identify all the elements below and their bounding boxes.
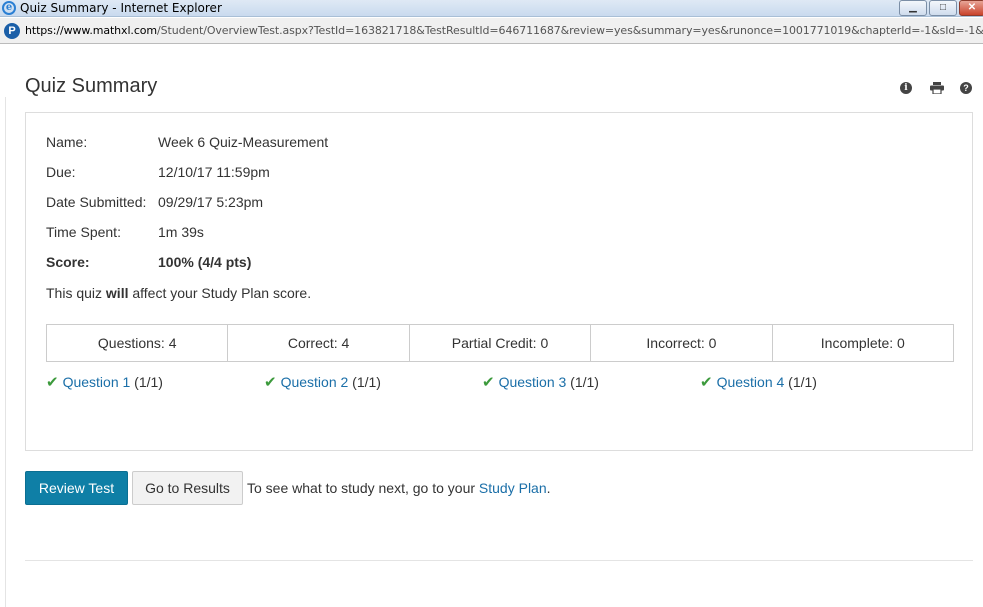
checkmark-icon: ✔ (700, 373, 713, 391)
question-3-link[interactable]: Question 3 (499, 374, 567, 390)
stats-bar: Questions: 4 Correct: 4 Partial Credit: … (46, 324, 954, 362)
score-label: Score: (46, 254, 90, 270)
study-plan-note: This quiz will affect your Study Plan sc… (46, 285, 311, 301)
stat-incorrect: Incorrect: 0 (590, 325, 771, 361)
name-label: Name: (46, 134, 88, 150)
question-4-link[interactable]: Question 4 (717, 374, 785, 390)
info-icon[interactable]: i (900, 82, 912, 94)
checkmark-icon: ✔ (264, 373, 277, 391)
page-title: Quiz Summary (25, 75, 158, 97)
go-to-results-button[interactable]: Go to Results (132, 471, 243, 505)
bottom-divider (25, 560, 973, 561)
study-next-suffix: . (546, 480, 551, 496)
score-value: 100% (4/4 pts) (158, 254, 252, 270)
stat-questions: Questions: 4 (97, 335, 177, 351)
stat-incomplete: Incomplete: 0 (771, 325, 953, 361)
question-item: ✔ Question 4 (1/1) (700, 373, 817, 391)
url-host: www.mathxl.com (63, 24, 158, 37)
question-item: ✔ Question 1 (1/1) (46, 373, 163, 391)
question-2-score: (1/1) (348, 374, 381, 390)
left-divider (5, 97, 6, 607)
note-after: affect your Study Plan score. (128, 285, 312, 301)
submitted-value: 09/29/17 5:23pm (158, 194, 264, 210)
question-3-score: (1/1) (566, 374, 599, 390)
address-bar[interactable]: P https://www.mathxl.com/Student/Overvie… (0, 18, 983, 44)
submitted-label: Date Submitted: (46, 194, 147, 210)
print-icon[interactable] (930, 82, 944, 94)
question-2-link[interactable]: Question 2 (281, 374, 349, 390)
page-content: Quiz Summary i ? Name: Week 6 Quiz-Measu… (0, 45, 983, 607)
stat-partial-credit: Partial Credit: 0 (408, 325, 590, 361)
close-button[interactable]: ✕ (959, 0, 983, 16)
stat-correct: Correct: 4 (227, 325, 408, 361)
help-icon[interactable]: ? (960, 82, 972, 94)
minimize-icon: ▁ (909, 2, 917, 13)
question-4-score: (1/1) (784, 374, 817, 390)
window-titlebar: e Quiz Summary - Internet Explorer ▁ □ ✕ (0, 0, 983, 17)
question-item: ✔ Question 3 (1/1) (482, 373, 599, 391)
note-before: This quiz (46, 285, 106, 301)
internet-explorer-icon: e (2, 1, 16, 15)
study-next-prefix: To see what to study next, go to your (247, 480, 479, 496)
maximize-icon: □ (939, 2, 947, 13)
review-test-button[interactable]: Review Test (25, 471, 128, 505)
close-icon: ✕ (967, 2, 977, 13)
question-1-link[interactable]: Question 1 (63, 374, 131, 390)
time-spent-label: Time Spent: (46, 224, 121, 240)
name-value: Week 6 Quiz-Measurement (158, 134, 329, 150)
study-next-text: To see what to study next, go to your St… (247, 480, 551, 496)
checkmark-icon: ✔ (46, 373, 59, 391)
maximize-button[interactable]: □ (929, 0, 957, 16)
due-value: 12/10/17 11:59pm (158, 164, 270, 180)
url-text[interactable]: https://www.mathxl.com/Student/OverviewT… (25, 24, 983, 37)
study-plan-link[interactable]: Study Plan (479, 480, 547, 496)
url-protocol: https:// (25, 24, 64, 37)
pearson-site-icon: P (4, 23, 20, 39)
quiz-summary-panel: Name: Week 6 Quiz-Measurement Due: 12/10… (25, 112, 973, 451)
window-title: Quiz Summary - Internet Explorer (20, 1, 222, 15)
question-1-score: (1/1) (130, 374, 163, 390)
question-item: ✔ Question 2 (1/1) (264, 373, 381, 391)
minimize-button[interactable]: ▁ (899, 0, 927, 16)
url-path: /Student/OverviewTest.aspx?TestId=163821… (157, 24, 983, 37)
time-spent-value: 1m 39s (158, 224, 204, 240)
note-emphasis: will (105, 285, 129, 301)
checkmark-icon: ✔ (482, 373, 495, 391)
due-label: Due: (46, 164, 76, 180)
